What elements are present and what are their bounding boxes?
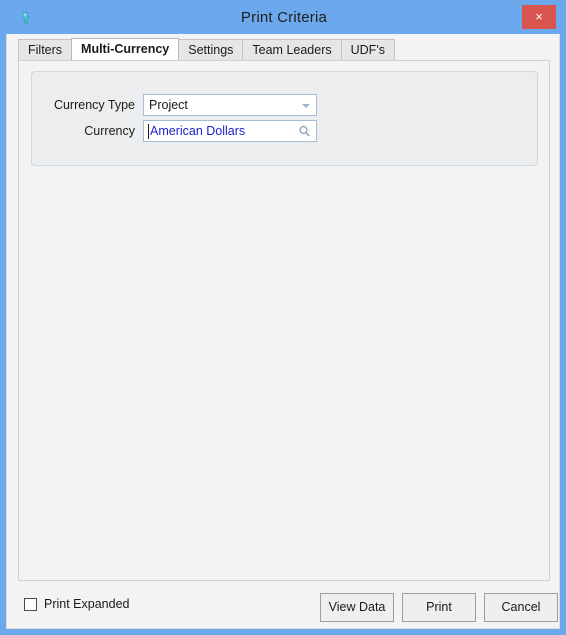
tab-strip: Filters Multi-Currency Settings Team Lea… [18, 38, 550, 60]
tab-udfs[interactable]: UDF's [340, 39, 395, 60]
tab-filters[interactable]: Filters [18, 39, 73, 60]
field-row-currency-type: Currency Type Project [32, 94, 317, 116]
currency-value: American Dollars [150, 124, 246, 138]
currency-type-value: Project [149, 98, 188, 112]
text-caret [148, 124, 149, 139]
print-expanded-label: Print Expanded [44, 597, 130, 611]
page-title: Print Criteria [240, 9, 328, 26]
dialog-footer: Print Expanded [7, 581, 561, 630]
print-button[interactable]: Print [402, 593, 476, 622]
tab-team-leaders[interactable]: Team Leaders [242, 39, 342, 60]
search-icon[interactable] [298, 125, 311, 138]
tab-multi-currency[interactable]: Multi-Currency [71, 38, 180, 60]
title-bar: Print Criteria × [1, 1, 566, 34]
tab-settings[interactable]: Settings [178, 39, 244, 60]
checkbox-box[interactable] [24, 597, 37, 611]
currency-label: Currency [84, 124, 135, 138]
tab-panel-multi-currency: Currency Type Project Currency American … [18, 60, 550, 581]
cancel-button[interactable]: Cancel [484, 593, 558, 622]
dialog-window: Print Criteria × Filters Multi-Currency … [0, 0, 566, 635]
currency-type-dropdown[interactable]: Project [143, 94, 317, 116]
chevron-down-icon[interactable] [302, 104, 310, 108]
close-icon[interactable]: × [522, 5, 556, 29]
window-client-area: Print Criteria × Filters Multi-Currency … [1, 1, 566, 630]
currency-type-label: Currency Type [53, 98, 135, 112]
field-row-currency: Currency American Dollars [32, 120, 317, 142]
print-expanded-checkbox[interactable]: Print Expanded [24, 597, 129, 611]
view-data-button[interactable]: View Data [320, 593, 394, 622]
currency-settings-group: Currency Type Project Currency American … [31, 71, 538, 166]
currency-input[interactable]: American Dollars [143, 120, 317, 142]
